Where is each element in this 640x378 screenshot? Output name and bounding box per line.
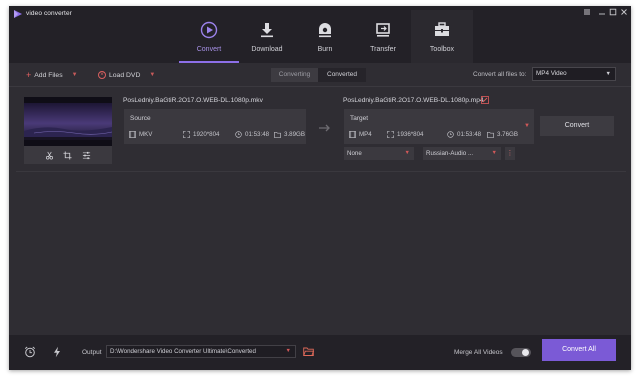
merge-all-label: Merge All Videos xyxy=(454,349,503,356)
source-info-panel: Source MKV 1920*804 01:53:48 3.89GB xyxy=(124,109,306,144)
output-path-value: D:\Wondershare Video Converter Ultimate\… xyxy=(110,348,256,355)
target-settings-panel[interactable]: Target MP4 1936*804 01:53:48 3.76GB ▼ xyxy=(344,109,534,144)
load-dvd-button[interactable]: × Load DVD ▼ xyxy=(98,69,155,81)
audio-track-value: Russian-Audio ... xyxy=(426,150,474,157)
tab-download[interactable]: Download xyxy=(238,14,296,62)
tab-toolbox[interactable]: Toolbox xyxy=(411,10,473,63)
target-resolution-value: 1936*804 xyxy=(397,131,424,138)
target-size: 3.76GB xyxy=(487,131,518,138)
output-format-select[interactable]: MP4 Video ▼ xyxy=(532,67,616,81)
chevron-down-icon: ▼ xyxy=(404,150,410,156)
toolbox-icon xyxy=(435,22,449,36)
edit-icon[interactable] xyxy=(481,96,489,104)
convert-button[interactable]: Convert xyxy=(540,116,614,136)
video-thumbnail[interactable] xyxy=(24,97,112,146)
add-files-button[interactable]: + Add Files ▼ xyxy=(26,69,78,81)
audio-track-select[interactable]: Russian-Audio ... ▼ xyxy=(423,147,501,160)
convert-all-button[interactable]: Convert All xyxy=(542,339,616,361)
top-bar: video converter Convert Download Burn Tr… xyxy=(9,6,631,63)
crop-icon[interactable] xyxy=(63,150,73,160)
subtitle-value: None xyxy=(347,150,362,157)
effects-icon[interactable] xyxy=(82,151,91,160)
tab-toolbox-label: Toolbox xyxy=(429,46,455,53)
dvd-icon: × xyxy=(98,71,106,79)
merge-all-toggle[interactable] xyxy=(511,348,531,357)
tab-convert[interactable]: Convert xyxy=(180,14,238,62)
convert-icon xyxy=(200,21,218,39)
lightning-icon[interactable] xyxy=(51,346,63,358)
status-segmented-control: Converting Converted xyxy=(271,68,366,82)
source-size-value: 3.89GB xyxy=(284,131,305,138)
target-file-name: PosLedniy.BaGtiR.2O17.O.WEB-DL.1080p.mp4 xyxy=(343,97,484,104)
target-duration-value: 01:53:48 xyxy=(457,131,482,138)
output-format-value: MP4 Video xyxy=(536,70,567,77)
source-duration: 01:53:48 xyxy=(235,131,269,138)
target-format-value: MP4 xyxy=(359,131,372,138)
clock-icon xyxy=(235,131,242,138)
resolution-icon xyxy=(183,131,190,138)
source-resolution: 1920*804 xyxy=(183,131,220,138)
tab-converting[interactable]: Converting xyxy=(271,68,318,82)
output-path-select[interactable]: D:\Wondershare Video Converter Ultimate\… xyxy=(106,345,296,358)
tab-convert-label: Convert xyxy=(196,46,222,53)
app-title: video converter xyxy=(26,10,72,17)
minimize-icon[interactable] xyxy=(597,7,607,17)
source-resolution-value: 1920*804 xyxy=(193,131,220,138)
tab-burn-label: Burn xyxy=(317,46,333,53)
output-label: Output xyxy=(82,349,102,356)
source-file-name: PosLedniy.BaGtiR.2O17.O.WEB-DL.1080p.mkv xyxy=(123,97,263,104)
trim-icon[interactable] xyxy=(45,151,54,160)
chevron-down-icon[interactable]: ▼ xyxy=(72,72,78,78)
target-format: MP4 xyxy=(349,131,372,138)
film-icon xyxy=(129,131,136,138)
tab-download-label: Download xyxy=(251,46,283,53)
load-dvd-label: Load DVD xyxy=(109,71,141,79)
tab-converted[interactable]: Converted xyxy=(318,68,366,82)
chevron-down-icon: ▼ xyxy=(285,348,291,354)
more-options-icon[interactable]: ⋮ xyxy=(505,147,515,160)
add-files-label: Add Files xyxy=(34,71,63,79)
source-size: 3.89GB xyxy=(274,131,305,138)
file-item: PosLedniy.BaGtiR.2O17.O.WEB-DL.1080p.mkv… xyxy=(16,92,626,172)
app-window: video converter Convert Download Burn Tr… xyxy=(9,6,631,370)
resolution-icon xyxy=(387,131,394,138)
chevron-down-icon: ▼ xyxy=(605,71,611,77)
toggle-knob xyxy=(522,349,529,356)
toolbar: + Add Files ▼ × Load DVD ▼ Converting Co… xyxy=(9,63,631,87)
folder-icon xyxy=(487,131,494,138)
folder-icon xyxy=(274,131,281,138)
tab-burn[interactable]: Burn xyxy=(296,14,354,62)
chevron-down-icon[interactable]: ▼ xyxy=(524,123,530,129)
chevron-down-icon[interactable]: ▼ xyxy=(149,72,155,78)
film-icon xyxy=(349,131,356,138)
clock-icon xyxy=(447,131,454,138)
target-resolution: 1936*804 xyxy=(387,131,424,138)
transfer-icon xyxy=(376,23,390,37)
source-format: MKV xyxy=(129,131,152,138)
open-folder-icon[interactable] xyxy=(303,346,314,357)
app-logo-icon xyxy=(14,10,22,18)
source-duration-value: 01:53:48 xyxy=(245,131,270,138)
source-format-value: MKV xyxy=(139,131,153,138)
maximize-icon[interactable] xyxy=(608,7,618,17)
chevron-down-icon: ▼ xyxy=(491,150,497,156)
target-title: Target xyxy=(350,115,369,122)
add-icon: + xyxy=(26,69,32,80)
tab-transfer-label: Transfer xyxy=(370,46,396,53)
burn-icon xyxy=(319,23,331,38)
target-size-value: 3.76GB xyxy=(497,131,518,138)
bottom-bar: Output D:\Wondershare Video Converter Ul… xyxy=(9,335,631,370)
convert-all-label: Convert all files to: xyxy=(473,71,527,78)
download-icon xyxy=(261,23,273,38)
target-duration: 01:53:48 xyxy=(447,131,481,138)
arrow-right-icon xyxy=(319,124,330,132)
thumbnail-toolbar xyxy=(24,146,112,164)
tab-transfer[interactable]: Transfer xyxy=(354,14,412,62)
subtitle-select[interactable]: None ▼ xyxy=(344,147,414,160)
menu-icon[interactable] xyxy=(582,7,592,17)
source-title: Source xyxy=(130,115,151,122)
alarm-clock-icon[interactable] xyxy=(24,346,36,358)
close-icon[interactable] xyxy=(619,7,629,17)
